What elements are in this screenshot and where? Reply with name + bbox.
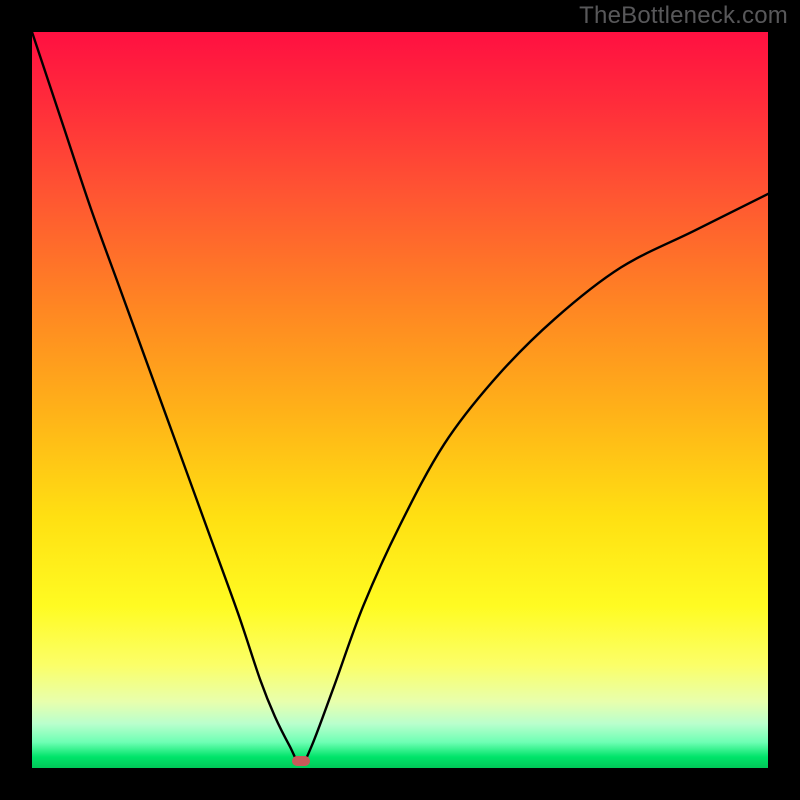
chart-frame: TheBottleneck.com [0, 0, 800, 800]
bottleneck-curve [32, 32, 768, 768]
plot-area [32, 32, 768, 768]
watermark-text: TheBottleneck.com [579, 2, 788, 30]
optimum-marker [292, 756, 310, 766]
